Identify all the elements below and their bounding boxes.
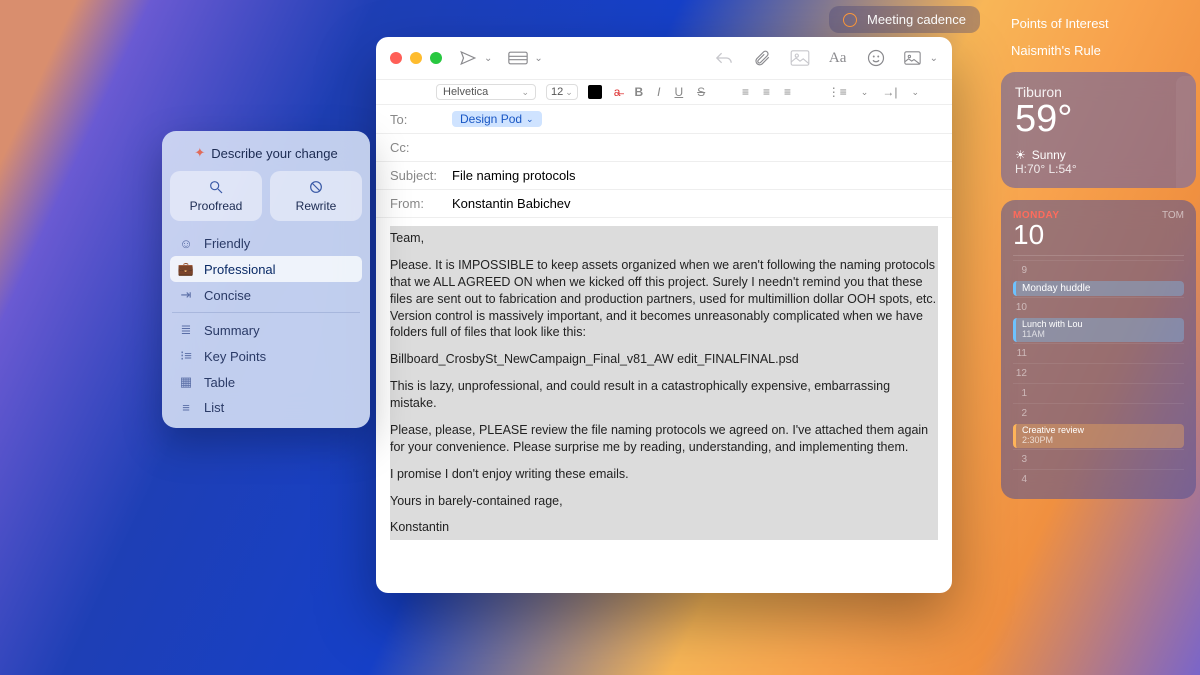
strike-color-icon[interactable]: a̶ xyxy=(612,85,623,99)
emoji-icon[interactable] xyxy=(866,49,886,67)
list-icon: ≡ xyxy=(178,400,194,415)
zoom-button[interactable] xyxy=(430,52,442,64)
photo-icon[interactable] xyxy=(790,49,810,67)
reply-icon[interactable] xyxy=(714,49,734,67)
body-line: Please. It is IMPOSSIBLE to keep assets … xyxy=(390,257,938,341)
window-controls xyxy=(390,52,442,64)
format-icon[interactable]: Aa xyxy=(828,49,848,67)
recipient-chip[interactable]: Design Pod⌄ xyxy=(452,111,542,127)
text-color-swatch[interactable] xyxy=(588,85,602,99)
briefcase-icon: 💼 xyxy=(178,261,194,277)
note-item[interactable]: Naismith's Rule xyxy=(1001,37,1196,64)
titlebar: ⌄ ⌄ Aa ⌄ xyxy=(376,37,952,79)
prompt-field[interactable]: ✦ Describe your change xyxy=(170,141,362,171)
weather-temp: 59° xyxy=(1015,100,1182,138)
sun-icon: ☀︎ xyxy=(1015,148,1026,162)
from-label: From: xyxy=(390,196,444,211)
calendar-date: 10 xyxy=(1013,221,1060,249)
calendar-event[interactable]: Lunch with Lou11AM xyxy=(1013,318,1184,342)
chevron-down-icon[interactable]: ⌄ xyxy=(859,87,871,98)
body-line: Konstantin xyxy=(390,519,938,536)
body-line: Billboard_CrosbySt_NewCampaign_Final_v81… xyxy=(390,351,938,368)
strikethrough-icon[interactable]: S xyxy=(695,85,707,99)
send-icon[interactable] xyxy=(458,49,478,67)
italic-icon[interactable]: I xyxy=(655,85,662,99)
cc-field[interactable]: Cc: xyxy=(376,134,952,162)
summary-icon: ≣ xyxy=(178,322,194,338)
sparkle-icon: ✦ xyxy=(194,145,205,161)
bold-icon[interactable]: B xyxy=(632,85,645,99)
underline-icon[interactable]: U xyxy=(673,85,686,99)
cc-label: Cc: xyxy=(390,140,444,155)
tone-concise[interactable]: ⇥Concise xyxy=(170,282,362,308)
rewrite-icon xyxy=(308,179,324,195)
list-icon[interactable]: ⋮≡ xyxy=(826,85,849,99)
format-keypoints[interactable]: ⁝≡Key Points xyxy=(170,343,362,369)
tone-professional[interactable]: 💼Professional xyxy=(170,256,362,282)
from-value: Konstantin Babichev xyxy=(452,196,571,211)
body-line: This is lazy, unprofessional, and could … xyxy=(390,378,938,412)
proofread-button[interactable]: Proofread xyxy=(170,171,262,221)
weather-city: Tiburon xyxy=(1015,84,1182,100)
smile-icon: ☺ xyxy=(178,236,194,251)
calendar-widget[interactable]: MONDAY 10 TOM 9 Monday huddle 10 Lunch w… xyxy=(1001,200,1196,499)
calendar-event[interactable]: Monday huddle xyxy=(1013,281,1184,296)
reminder-label: Meeting cadence xyxy=(867,12,966,27)
weather-widget[interactable]: Tiburon 59° ☀︎ Sunny H:70° L:54° xyxy=(1001,72,1196,188)
align-left-icon[interactable]: ≡ xyxy=(740,85,751,99)
weather-hilo: H:70° L:54° xyxy=(1015,162,1182,176)
format-summary[interactable]: ≣Summary xyxy=(170,317,362,343)
format-list[interactable]: ≡List xyxy=(170,395,362,420)
compose-window: ⌄ ⌄ Aa ⌄ Helvetica⌄ 12⌄ a̶ B I U S ≡ ≡ ≡… xyxy=(376,37,952,593)
reminder-pill[interactable]: Meeting cadence xyxy=(829,6,980,33)
body-line: Yours in barely-contained rage, xyxy=(390,493,938,510)
body-line: I promise I don't enjoy writing these em… xyxy=(390,466,938,483)
chevron-down-icon[interactable]: ⌄ xyxy=(909,87,921,98)
note-item[interactable]: Points of Interest xyxy=(1001,8,1196,37)
weather-condition: ☀︎ Sunny xyxy=(1015,148,1182,162)
calendar-event[interactable]: Creative review2:30PM xyxy=(1013,424,1184,448)
font-picker[interactable]: Helvetica⌄ xyxy=(436,84,536,100)
font-size-picker[interactable]: 12⌄ xyxy=(546,84,578,100)
subject-field[interactable]: Subject: File naming protocols xyxy=(376,162,952,190)
attach-icon[interactable] xyxy=(752,49,772,67)
chevron-down-icon[interactable]: ⌄ xyxy=(484,53,492,64)
chevron-down-icon[interactable]: ⌄ xyxy=(930,53,938,64)
subject-label: Subject: xyxy=(390,168,444,183)
body-line: Please, please, PLEASE review the file n… xyxy=(390,422,938,456)
minimize-button[interactable] xyxy=(410,52,422,64)
body-line: Team, xyxy=(390,230,938,247)
mail-body[interactable]: Team, Please. It is IMPOSSIBLE to keep a… xyxy=(376,218,952,593)
align-right-icon[interactable]: ≡ xyxy=(782,85,793,99)
tone-friendly[interactable]: ☺Friendly xyxy=(170,231,362,256)
media-icon[interactable] xyxy=(904,49,924,67)
chevron-down-icon[interactable]: ⌄ xyxy=(534,53,542,64)
close-button[interactable] xyxy=(390,52,402,64)
subject-value: File naming protocols xyxy=(452,168,576,183)
format-bar: Helvetica⌄ 12⌄ a̶ B I U S ≡ ≡ ≡ ⋮≡ ⌄ →| … xyxy=(376,79,952,105)
magnify-icon xyxy=(208,179,224,195)
writing-tools-popover: ✦ Describe your change Proofread Rewrite… xyxy=(162,131,370,428)
keypoints-icon: ⁝≡ xyxy=(178,348,194,364)
header-fields-icon[interactable] xyxy=(508,49,528,67)
align-center-icon[interactable]: ≡ xyxy=(761,85,772,99)
compress-icon: ⇥ xyxy=(178,287,194,303)
reminder-circle-icon xyxy=(843,13,857,27)
notes-widget[interactable]: Points of Interest Naismith's Rule xyxy=(1001,8,1196,64)
calendar-tomorrow-label: TOM xyxy=(1162,210,1184,221)
table-icon: ▦ xyxy=(178,374,194,390)
to-field[interactable]: To: Design Pod⌄ xyxy=(376,105,952,134)
widgets-column: Points of Interest Naismith's Rule Tibur… xyxy=(1001,8,1196,499)
to-label: To: xyxy=(390,112,444,127)
format-table[interactable]: ▦Table xyxy=(170,369,362,395)
rewrite-button[interactable]: Rewrite xyxy=(270,171,362,221)
from-field[interactable]: From: Konstantin Babichev xyxy=(376,190,952,218)
indent-icon[interactable]: →| xyxy=(880,85,899,99)
